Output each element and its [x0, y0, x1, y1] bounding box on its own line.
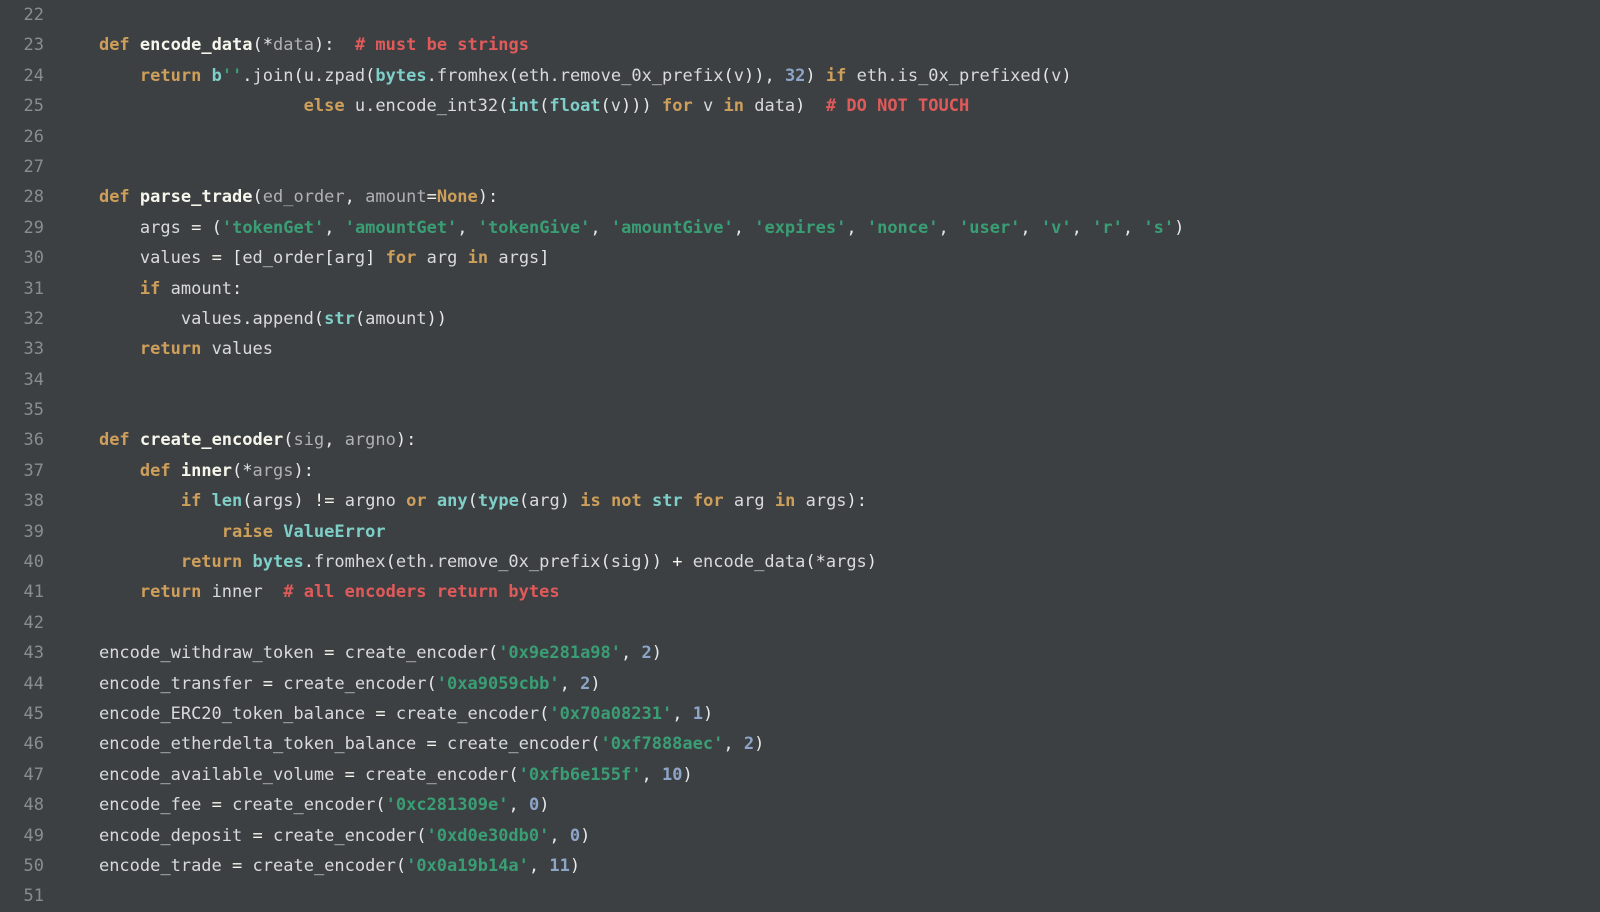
code-line[interactable]: values = [ed_order[arg] for arg in args] [58, 243, 1600, 273]
code-line[interactable]: def parse_trade(ed_order, amount=None): [58, 182, 1600, 212]
line-number: 50 [8, 851, 44, 881]
code-line[interactable]: return values [58, 334, 1600, 364]
code-line[interactable]: def create_encoder(sig, argno): [58, 425, 1600, 455]
code-line[interactable]: encode_ERC20_token_balance = create_enco… [58, 699, 1600, 729]
line-number: 35 [8, 395, 44, 425]
code-line[interactable]: raise ValueError [58, 517, 1600, 547]
line-number: 37 [8, 456, 44, 486]
code-line[interactable] [58, 881, 1600, 911]
code-line[interactable]: encode_trade = create_encoder('0x0a19b14… [58, 851, 1600, 881]
line-number: 23 [8, 30, 44, 60]
line-number: 29 [8, 213, 44, 243]
line-number: 47 [8, 760, 44, 790]
code-line[interactable]: encode_etherdelta_token_balance = create… [58, 729, 1600, 759]
code-line[interactable] [58, 0, 1600, 30]
line-number: 27 [8, 152, 44, 182]
code-line[interactable]: encode_fee = create_encoder('0xc281309e'… [58, 790, 1600, 820]
code-line[interactable]: def inner(*args): [58, 456, 1600, 486]
code-line[interactable] [58, 395, 1600, 425]
code-line[interactable]: else u.encode_int32(int(float(v))) for v… [58, 91, 1600, 121]
code-line[interactable]: if len(args) != argno or any(type(arg) i… [58, 486, 1600, 516]
code-line[interactable]: encode_withdraw_token = create_encoder('… [58, 638, 1600, 668]
line-number: 48 [8, 790, 44, 820]
line-number: 51 [8, 881, 44, 911]
line-number: 41 [8, 577, 44, 607]
line-number: 34 [8, 365, 44, 395]
code-line[interactable]: def encode_data(*data): # must be string… [58, 30, 1600, 60]
code-area[interactable]: def encode_data(*data): # must be string… [58, 0, 1600, 912]
code-line[interactable] [58, 608, 1600, 638]
line-number: 45 [8, 699, 44, 729]
code-line[interactable]: encode_transfer = create_encoder('0xa905… [58, 669, 1600, 699]
line-number: 26 [8, 122, 44, 152]
code-line[interactable]: values.append(str(amount)) [58, 304, 1600, 334]
line-number: 30 [8, 243, 44, 273]
code-line[interactable]: args = ('tokenGet', 'amountGet', 'tokenG… [58, 213, 1600, 243]
line-number: 24 [8, 61, 44, 91]
line-number: 46 [8, 729, 44, 759]
line-number: 28 [8, 182, 44, 212]
line-number: 49 [8, 821, 44, 851]
code-line[interactable]: encode_deposit = create_encoder('0xd0e30… [58, 821, 1600, 851]
code-line[interactable] [58, 122, 1600, 152]
code-line[interactable]: encode_available_volume = create_encoder… [58, 760, 1600, 790]
code-editor[interactable]: 2223242526272829303132333435363738394041… [0, 0, 1600, 912]
line-number: 33 [8, 334, 44, 364]
line-number: 42 [8, 608, 44, 638]
line-number-gutter: 2223242526272829303132333435363738394041… [0, 0, 58, 912]
line-number: 44 [8, 669, 44, 699]
code-line[interactable]: return b''.join(u.zpad(bytes.fromhex(eth… [58, 61, 1600, 91]
code-line[interactable]: return inner # all encoders return bytes [58, 577, 1600, 607]
line-number: 38 [8, 486, 44, 516]
line-number: 43 [8, 638, 44, 668]
code-line[interactable] [58, 152, 1600, 182]
line-number: 25 [8, 91, 44, 121]
line-number: 36 [8, 425, 44, 455]
code-line[interactable]: return bytes.fromhex(eth.remove_0x_prefi… [58, 547, 1600, 577]
code-line[interactable] [58, 365, 1600, 395]
line-number: 22 [8, 0, 44, 30]
line-number: 32 [8, 304, 44, 334]
line-number: 40 [8, 547, 44, 577]
line-number: 39 [8, 517, 44, 547]
code-line[interactable]: if amount: [58, 274, 1600, 304]
line-number: 31 [8, 274, 44, 304]
